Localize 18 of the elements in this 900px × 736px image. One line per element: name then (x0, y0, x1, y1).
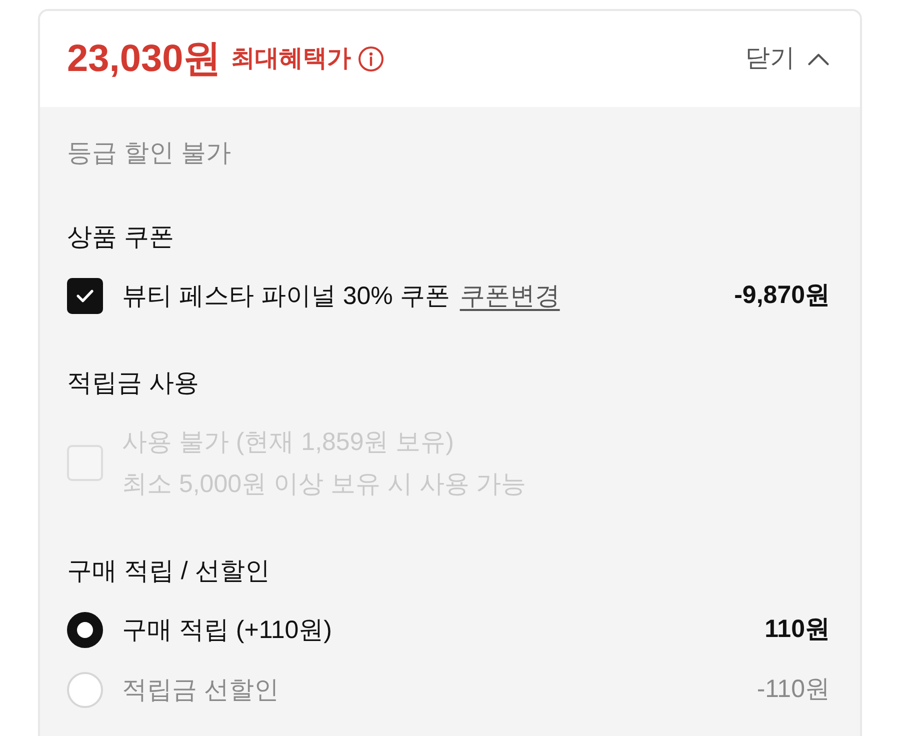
info-icon[interactable] (358, 46, 384, 72)
option-label: 구매 적립 (+110원) (122, 615, 333, 646)
radio-button[interactable] (67, 612, 103, 648)
price: 23,030원 (67, 36, 222, 82)
close-toggle-button[interactable]: 닫기 (745, 40, 830, 78)
section-title: 상품 쿠폰 (67, 222, 175, 253)
checkbox[interactable] (67, 278, 103, 314)
check-icon (76, 289, 94, 303)
section-title: 적립금 사용 (67, 368, 200, 399)
grade-discount-note: 등급 할인 불가 (67, 138, 232, 169)
discount-amount: -9,870원 (734, 280, 830, 312)
section-title: 구매 적립 / 선할인 (67, 556, 271, 587)
change-coupon-link[interactable]: 쿠폰변경 (460, 275, 560, 317)
max-benefit-label: 최대혜택가 (231, 44, 352, 74)
option-label: 뷰티 페스타 파이널 30% 쿠폰 (122, 281, 450, 312)
option-label: 적립금 선할인 (122, 675, 280, 706)
points-amount: 110원 (764, 614, 830, 646)
points-amount: -110원 (756, 674, 830, 706)
